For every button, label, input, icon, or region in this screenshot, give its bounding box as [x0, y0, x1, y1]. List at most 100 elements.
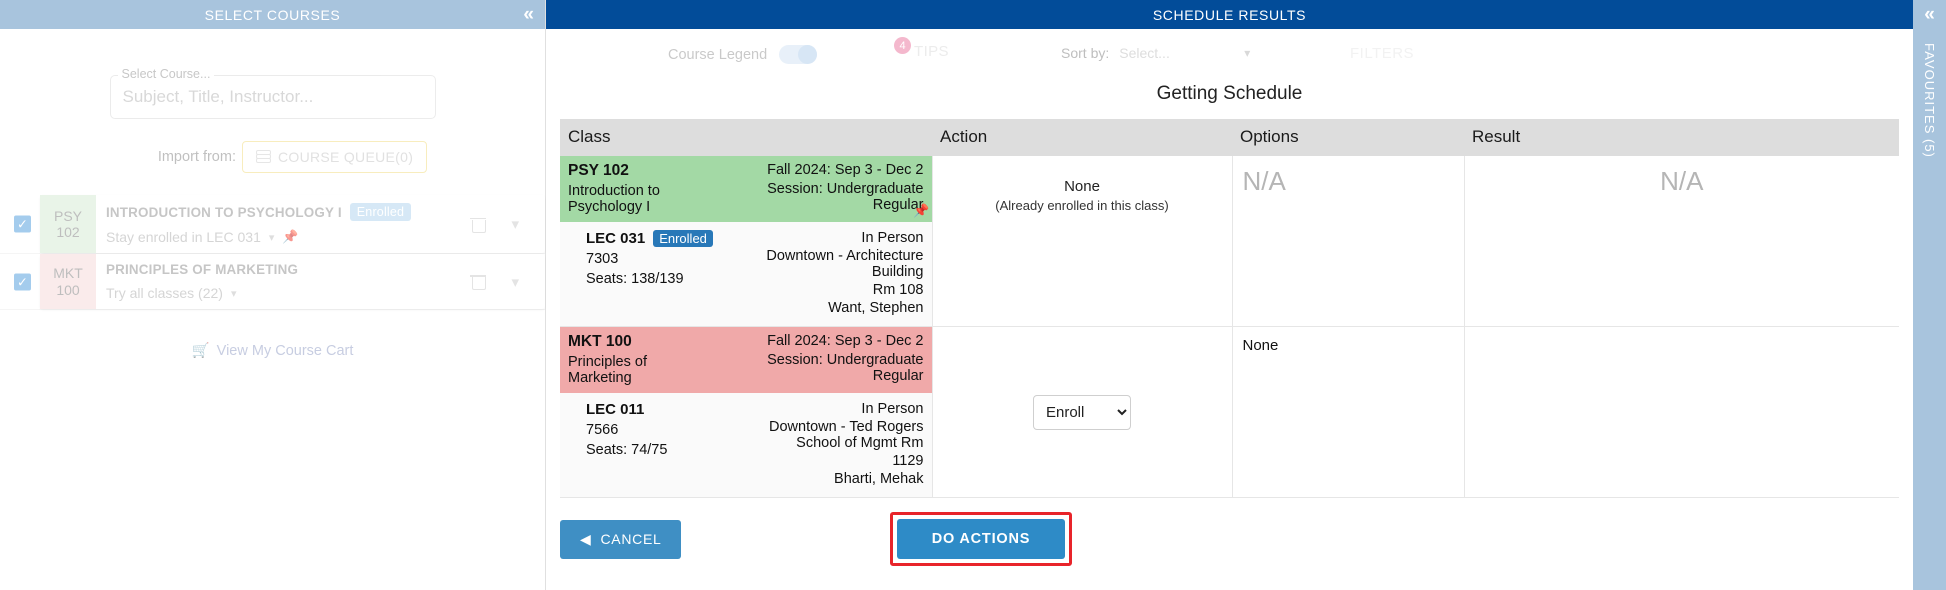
expand-chevron-icon[interactable]: ▾	[511, 273, 519, 291]
course-subrow[interactable]: Stay enrolled in LEC 031 ▾ 📌	[106, 229, 471, 245]
cancel-button[interactable]: ◀ CANCEL	[560, 520, 681, 559]
course-subject-badge: MKT 100	[40, 254, 96, 309]
course-session: Session: Undergraduate Regular	[714, 352, 924, 384]
action-value: None	[943, 178, 1222, 195]
result-cell: N/A	[1464, 156, 1899, 327]
delete-icon[interactable]	[471, 217, 485, 232]
favourites-label[interactable]: FAVOURITES (5)	[1922, 43, 1937, 158]
column-header-class: Class	[560, 119, 932, 156]
course-queue-label: COURSE QUEUE(0)	[278, 149, 413, 165]
results-action-bar: ◀ CANCEL DO ACTIONS	[560, 512, 1899, 566]
schedule-results-title: SCHEDULE RESULTS	[1153, 7, 1306, 23]
course-title-row: PRINCIPLES OF MARKETING	[106, 262, 471, 277]
chevron-down-icon[interactable]: ▾	[269, 231, 275, 244]
section-room: 1129	[724, 453, 924, 469]
select-course-input[interactable]: Subject, Title, Instructor...	[123, 87, 314, 107]
cancel-button-label: CANCEL	[600, 531, 661, 547]
do-actions-highlight: DO ACTIONS	[890, 512, 1072, 566]
section-right: In Person Downtown - Ted Rogers School o…	[724, 401, 924, 487]
course-number: 100	[56, 282, 79, 298]
list-item[interactable]: MKT 100 PRINCIPLES OF MARKETING Try all …	[0, 254, 545, 310]
tips-button[interactable]: 4 TIPS	[894, 43, 949, 60]
course-legend-toggle[interactable]	[779, 45, 817, 64]
pin-icon: 📌	[282, 229, 298, 245]
action-cell: EnrollDropSwapNone	[932, 327, 1232, 498]
cart-link-label: View My Course Cart	[217, 343, 354, 359]
table-row: MKT 100 Principles of Marketing Fall 202…	[560, 327, 1899, 498]
collapse-left-panel-icon[interactable]: «	[513, 0, 545, 29]
course-subject: PSY	[54, 208, 82, 224]
cart-icon: 🛒	[192, 342, 210, 359]
course-name: Principles of Marketing	[568, 354, 714, 386]
select-courses-body: Select Course... Subject, Title, Instruc…	[0, 75, 545, 359]
schedule-table: Class Action Options Result PSY 102	[560, 119, 1899, 498]
course-legend-control[interactable]: Course Legend	[668, 45, 817, 64]
select-course-input-box[interactable]: Subject, Title, Instructor...	[110, 75, 436, 119]
select-courses-title: SELECT COURSES	[0, 7, 545, 23]
layers-icon	[256, 150, 271, 164]
result-value: N/A	[1475, 166, 1890, 197]
column-header-action: Action	[932, 119, 1232, 156]
list-item[interactable]: PSY 102 INTRODUCTION TO PSYCHOLOGY I Enr…	[0, 195, 545, 254]
course-checkbox[interactable]	[14, 273, 31, 290]
section-right: In Person Downtown - Architecture Buildi…	[724, 230, 924, 316]
sort-by-select[interactable]: Select...	[1119, 45, 1234, 61]
expand-chevron-icon[interactable]: ▾	[511, 215, 519, 233]
options-cell: N/A	[1232, 156, 1464, 327]
section-delivery: In Person	[724, 230, 924, 246]
sort-by-control[interactable]: Sort by: Select... ▾	[1061, 45, 1250, 61]
section-instructor: Bharti, Mehak	[724, 471, 924, 487]
section-row: LEC 011 7566 Seats: 74/75 In Person Down…	[560, 393, 932, 497]
chevron-down-icon[interactable]: ▾	[231, 287, 237, 300]
status-message: Getting Schedule	[546, 83, 1913, 105]
result-cell	[1464, 327, 1899, 498]
section-seats: Seats: 138/139	[586, 271, 713, 287]
chevron-down-icon[interactable]: ▾	[1244, 46, 1250, 60]
section-head: LEC 011	[586, 401, 667, 418]
class-cell: PSY 102 Introduction to Psychology I Fal…	[560, 156, 932, 327]
course-enrollment-status: Try all classes (22)	[106, 285, 223, 301]
course-card: PSY 102 INTRODUCTION TO PSYCHOLOGY I Enr…	[40, 195, 545, 253]
column-header-options: Options	[1232, 119, 1464, 156]
course-row-actions: ▾	[471, 254, 545, 309]
import-from-label: Import from:	[158, 149, 236, 165]
select-courses-header: SELECT COURSES «	[0, 0, 545, 29]
course-name: Introduction to Psychology I	[568, 183, 731, 215]
select-course-field-group: Select Course... Subject, Title, Instruc…	[110, 75, 436, 119]
pin-icon: 📌	[913, 203, 929, 219]
collapse-favourites-icon[interactable]: «	[1913, 0, 1946, 29]
section-number: 7303	[586, 251, 713, 267]
course-code: MKT 100	[568, 333, 714, 351]
results-toolbar: Course Legend 4 TIPS Sort by: Select... …	[546, 29, 1913, 81]
view-course-cart-link[interactable]: 🛒 View My Course Cart	[0, 342, 545, 359]
section-code: LEC 011	[586, 401, 644, 418]
course-checkbox[interactable]	[14, 216, 31, 233]
course-band-left: PSY 102 Introduction to Psychology I	[568, 162, 731, 215]
course-subrow[interactable]: Try all classes (22) ▾	[106, 285, 471, 301]
course-queue-button[interactable]: COURSE QUEUE(0)	[242, 141, 427, 173]
section-location: Downtown - Ted Rogers School of Mgmt Rm	[724, 419, 924, 451]
select-courses-panel: SELECT COURSES « Select Course... Subjec…	[0, 0, 546, 590]
course-band-right: Fall 2024: Sep 3 - Dec 2 Session: Underg…	[714, 333, 924, 386]
schedule-table-wrap: Class Action Options Result PSY 102	[560, 119, 1899, 498]
table-header-row: Class Action Options Result	[560, 119, 1899, 156]
course-band-left: MKT 100 Principles of Marketing	[568, 333, 714, 386]
course-subject-badge: PSY 102	[40, 195, 96, 253]
course-band: PSY 102 Introduction to Psychology I Fal…	[560, 156, 932, 222]
enroll-action-select[interactable]: EnrollDropSwapNone	[1033, 395, 1131, 430]
class-cell: MKT 100 Principles of Marketing Fall 202…	[560, 327, 932, 498]
course-session: Session: Undergraduate Regular	[731, 181, 924, 213]
course-enrollment-status: Stay enrolled in LEC 031	[106, 229, 261, 245]
do-actions-button[interactable]: DO ACTIONS	[897, 519, 1065, 559]
selected-course-list: PSY 102 INTRODUCTION TO PSYCHOLOGY I Enr…	[0, 195, 545, 310]
column-header-result: Result	[1464, 119, 1899, 156]
course-legend-label: Course Legend	[668, 47, 767, 63]
section-left: LEC 011 7566 Seats: 74/75	[586, 401, 667, 487]
course-card: MKT 100 PRINCIPLES OF MARKETING Try all …	[40, 254, 545, 309]
course-term: Fall 2024: Sep 3 - Dec 2	[714, 333, 924, 349]
section-code: LEC 031	[586, 230, 645, 247]
delete-icon[interactable]	[471, 274, 485, 289]
course-title-row: INTRODUCTION TO PSYCHOLOGY I Enrolled	[106, 203, 471, 221]
status-badge: Enrolled	[350, 203, 411, 221]
filters-button[interactable]: FILTERS	[1350, 45, 1414, 62]
